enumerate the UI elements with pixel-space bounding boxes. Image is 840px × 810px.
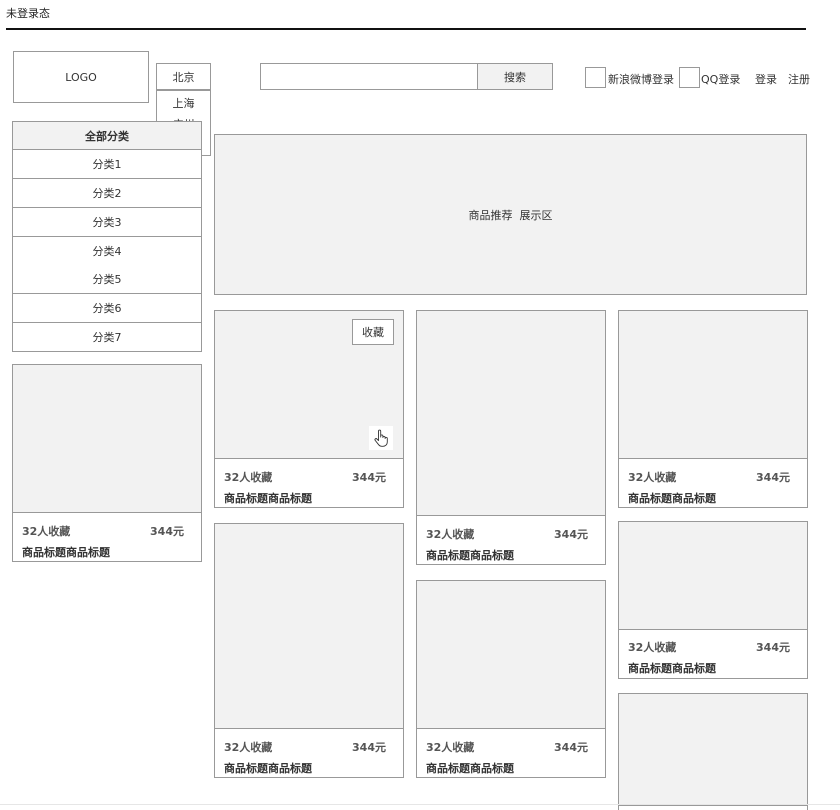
favorite-count: 32人收藏 — [426, 741, 475, 754]
title-divider — [6, 28, 806, 30]
product-card[interactable]: 32人收藏 344元 商品标题商品标题 — [416, 580, 606, 778]
product-card[interactable]: 32人收藏 344元 商品标题商品标题 — [12, 364, 202, 562]
product-title[interactable]: 商品标题商品标题 — [628, 660, 716, 676]
product-price: 344元 — [150, 525, 184, 538]
product-title[interactable]: 商品标题商品标题 — [224, 490, 312, 506]
product-title[interactable]: 商品标题商品标题 — [22, 544, 110, 560]
logo[interactable]: LOGO — [13, 51, 149, 103]
category-item[interactable]: 分类1 — [12, 150, 202, 179]
favorite-count: 32人收藏 — [628, 641, 677, 654]
login-link[interactable]: 登录 — [755, 71, 777, 87]
category-header[interactable]: 全部分类 — [12, 121, 202, 150]
weibo-login-checkbox[interactable] — [585, 67, 606, 88]
page-bottom-edge — [0, 804, 840, 805]
favorite-count: 32人收藏 — [224, 471, 273, 484]
product-image — [619, 694, 807, 806]
category-item[interactable]: 分类5 — [12, 265, 202, 294]
product-card[interactable]: 32人收藏 344元 商品标题商品标题 — [214, 523, 404, 778]
favorite-count: 32人收藏 — [224, 741, 273, 754]
city-select[interactable]: 北京 — [156, 63, 211, 90]
weibo-login-label[interactable]: 新浪微博登录 — [608, 71, 674, 87]
product-image — [215, 524, 403, 729]
product-title[interactable]: 商品标题商品标题 — [224, 760, 312, 776]
product-price: 344元 — [554, 741, 588, 754]
product-title[interactable]: 商品标题商品标题 — [426, 760, 514, 776]
product-price: 344元 — [352, 741, 386, 754]
product-price: 344元 — [554, 528, 588, 541]
favorite-count: 32人收藏 — [628, 471, 677, 484]
category-item[interactable]: 分类4 — [12, 237, 202, 266]
category-item[interactable]: 分类7 — [12, 323, 202, 352]
product-card[interactable] — [618, 693, 808, 810]
search-input[interactable] — [260, 63, 478, 90]
hand-pointer-icon — [369, 426, 393, 450]
qq-login-checkbox[interactable] — [679, 67, 700, 88]
product-price: 344元 — [756, 471, 790, 484]
category-item[interactable]: 分类3 — [12, 208, 202, 237]
product-price: 344元 — [756, 641, 790, 654]
category-item[interactable]: 分类6 — [12, 294, 202, 323]
qq-login-label[interactable]: QQ登录 — [701, 71, 740, 87]
page-title: 未登录态 — [6, 7, 50, 20]
product-image — [417, 311, 605, 516]
favorite-button[interactable]: 收藏 — [352, 319, 394, 345]
product-image — [619, 522, 807, 630]
product-title[interactable]: 商品标题商品标题 — [628, 490, 716, 506]
product-image — [13, 365, 201, 513]
category-item[interactable]: 分类2 — [12, 179, 202, 208]
search-button[interactable]: 搜索 — [477, 63, 553, 90]
product-title[interactable]: 商品标题商品标题 — [426, 547, 514, 563]
favorite-count: 32人收藏 — [426, 528, 475, 541]
product-card[interactable]: 32人收藏 344元 商品标题商品标题 — [618, 310, 808, 508]
recommend-banner[interactable]: 商品推荐 展示区 — [214, 134, 807, 295]
product-price: 344元 — [352, 471, 386, 484]
product-image — [619, 311, 807, 459]
product-card[interactable]: 32人收藏 344元 商品标题商品标题 — [618, 521, 808, 679]
city-option-shanghai[interactable]: 上海 — [157, 95, 210, 111]
product-card[interactable]: 32人收藏 344元 商品标题商品标题 — [416, 310, 606, 565]
favorite-count: 32人收藏 — [22, 525, 71, 538]
register-link[interactable]: 注册 — [788, 71, 810, 87]
banner-label: 商品推荐 展示区 — [468, 208, 553, 222]
product-image — [417, 581, 605, 729]
